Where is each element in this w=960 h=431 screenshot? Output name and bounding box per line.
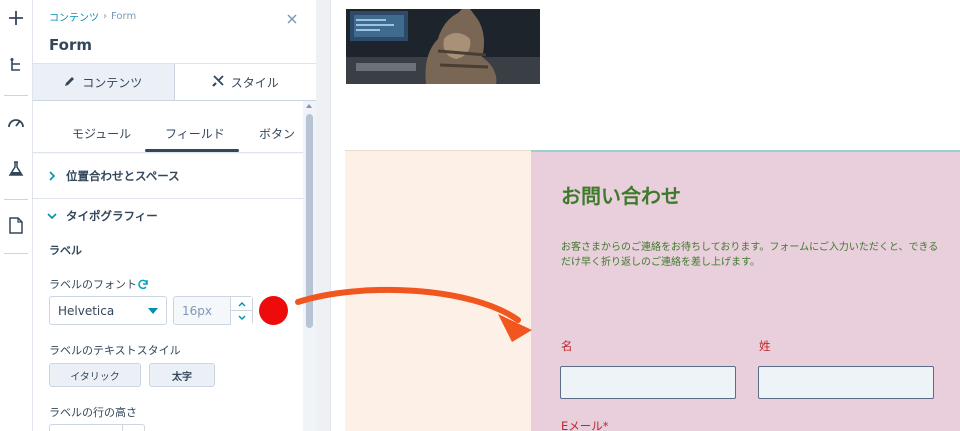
- close-icon[interactable]: [285, 11, 299, 25]
- form-title: お問い合わせ: [561, 184, 681, 208]
- form-description: お客さまからのご連絡をお待ちしております。フォームにご入力いただくと、できるだけ…: [561, 242, 939, 268]
- tab-content-label: コンテンツ: [82, 75, 143, 90]
- section-typography-label: タイポグラフィー: [66, 209, 158, 223]
- flask-icon[interactable]: [5, 158, 27, 180]
- subtab-fields[interactable]: フィールド: [165, 125, 225, 142]
- panel-title: Form: [49, 36, 92, 54]
- rail-divider: [4, 253, 28, 254]
- scroll-up-icon[interactable]: [306, 104, 312, 108]
- breadcrumb-parent-link[interactable]: コンテンツ: [49, 9, 99, 24]
- document-icon[interactable]: [5, 214, 27, 236]
- chevron-down-icon: [47, 211, 57, 221]
- typography-settings: [33, 233, 303, 431]
- line-height-label: ラベルの行の高さ: [49, 406, 137, 419]
- style-subtabs: モジュール フィールド ボタン: [33, 101, 303, 153]
- line-height-input[interactable]: [49, 424, 145, 431]
- rail-divider: [4, 199, 28, 200]
- first-name-label: 名: [561, 339, 573, 353]
- tab-style-label: スタイル: [230, 75, 279, 90]
- subtab-button[interactable]: ボタン: [259, 125, 295, 142]
- chevron-right-icon: [47, 171, 57, 181]
- email-label: Eメール*: [561, 419, 609, 431]
- increment-icon[interactable]: [230, 297, 252, 311]
- text-style-label: ラベルのテキストスタイル: [49, 344, 181, 357]
- label-group-heading: ラベル: [49, 244, 82, 257]
- breadcrumb-current: Form: [111, 11, 137, 22]
- pencil-icon: [64, 75, 76, 90]
- paintbrush-icon: [211, 74, 225, 90]
- page-edge: [330, 0, 331, 431]
- annotation-arrow: [295, 286, 532, 342]
- section-alignment-label: 位置合わせとスペース: [66, 169, 180, 183]
- section-typography[interactable]: タイポグラフィー: [33, 199, 303, 233]
- font-size-input[interactable]: 16px: [173, 296, 253, 325]
- section-alignment-spacing[interactable]: 位置合わせとスペース: [33, 154, 303, 199]
- italic-button[interactable]: イタリック: [49, 363, 141, 387]
- module-settings-panel: コンテンツ › Form Form コンテンツ スタイル モジュール フィールド…: [33, 0, 316, 431]
- font-size-value: 16px: [182, 304, 212, 318]
- first-name-field[interactable]: [560, 366, 736, 399]
- page-preview: お問い合わせ お客さまからのご連絡をお待ちしております。フォームにご入力いただく…: [316, 0, 960, 431]
- breadcrumb: コンテンツ › Form: [49, 9, 136, 24]
- cat-photo[interactable]: [346, 9, 540, 84]
- tab-style[interactable]: スタイル: [174, 64, 316, 100]
- rail-divider: [4, 95, 28, 96]
- panel-header: コンテンツ › Form Form: [33, 0, 316, 64]
- speedometer-icon[interactable]: [5, 111, 27, 133]
- panel-tabs: コンテンツ スタイル: [33, 64, 316, 101]
- font-family-value: Helvetica: [58, 303, 115, 318]
- breadcrumb-separator: ›: [103, 11, 107, 22]
- decrement-icon[interactable]: [230, 311, 252, 325]
- bold-button[interactable]: 太字: [149, 363, 215, 387]
- label-font-label: ラベルのフォント: [49, 278, 137, 291]
- active-subtab-indicator: [145, 149, 239, 152]
- caret-down-icon: [148, 307, 158, 314]
- tree-structure-icon[interactable]: [5, 54, 27, 76]
- tool-rail: [0, 0, 33, 431]
- last-name-label: 姓: [759, 339, 771, 353]
- font-family-select[interactable]: Helvetica: [49, 296, 167, 325]
- last-name-field[interactable]: [758, 366, 934, 399]
- add-icon[interactable]: [5, 7, 27, 29]
- tab-content[interactable]: コンテンツ: [33, 64, 175, 100]
- refresh-icon[interactable]: [137, 276, 149, 295]
- subtab-module[interactable]: モジュール: [72, 125, 131, 142]
